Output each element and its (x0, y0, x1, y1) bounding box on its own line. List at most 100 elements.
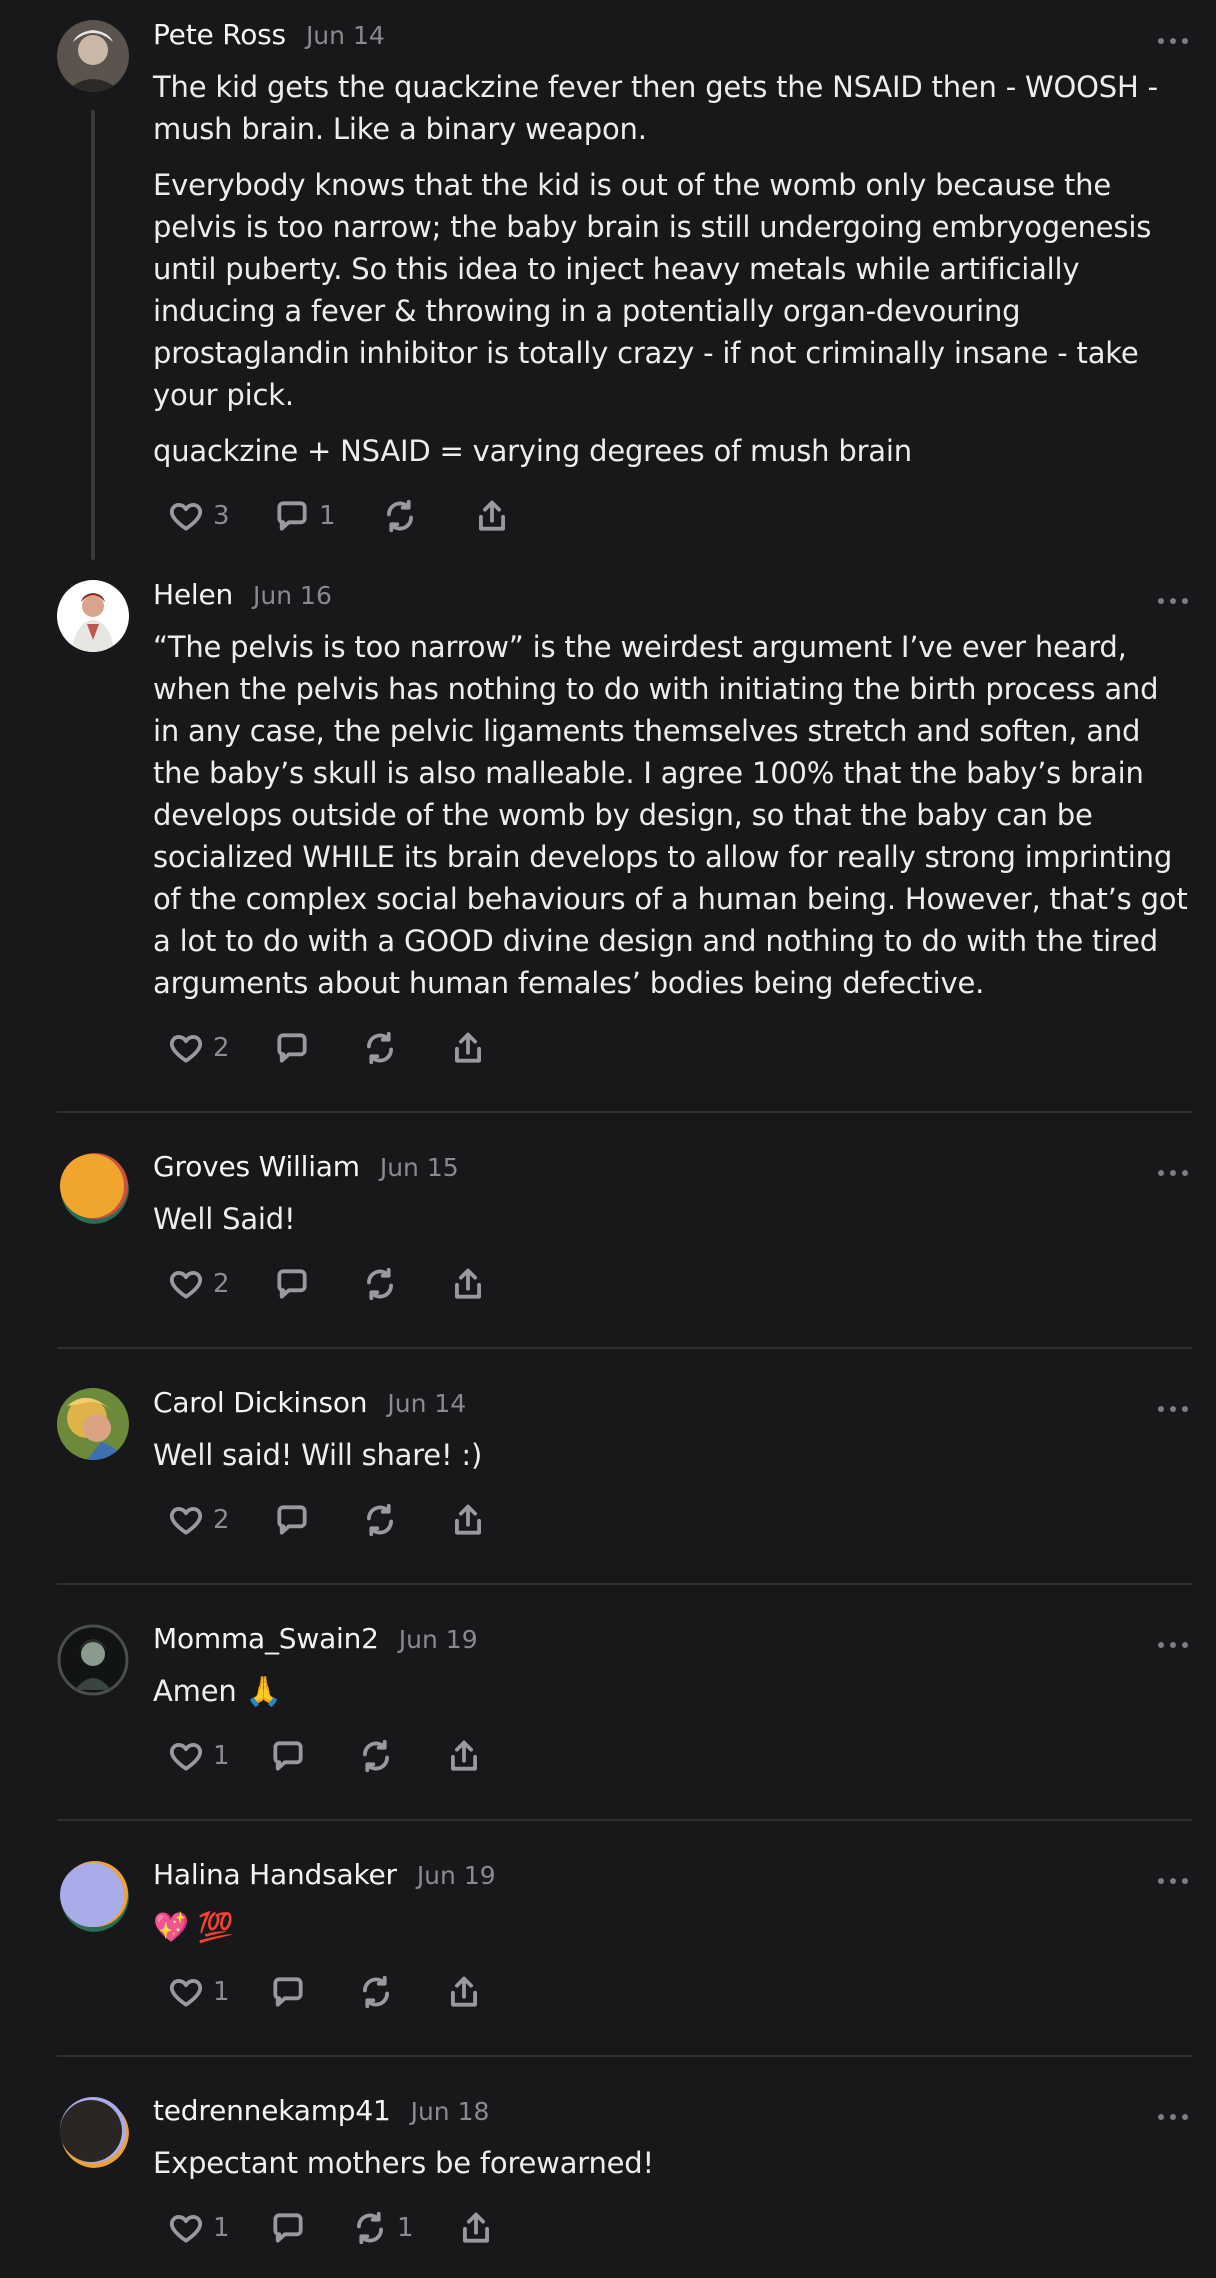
share-button[interactable] (473, 497, 511, 535)
comment-bubble-icon (277, 501, 307, 531)
avatar[interactable] (57, 1860, 129, 1932)
like-button[interactable]: 1 (167, 1973, 269, 2011)
share-button[interactable] (445, 1973, 483, 2011)
comment-bubble-icon (277, 1269, 307, 1299)
restack-button[interactable] (361, 1029, 449, 1067)
more-dots-icon[interactable] (1158, 1640, 1188, 1650)
reply-button[interactable] (273, 1265, 361, 1303)
comment-paragraph: The kid gets the quackzine fever then ge… (153, 70, 1158, 146)
share-icon (479, 500, 505, 531)
more-dots-icon[interactable] (1158, 36, 1188, 46)
comment-groves-william: Groves William Jun 15 Well Said! 2 (0, 1150, 1216, 1314)
divider (57, 1583, 1192, 1585)
divider (57, 1347, 1192, 1349)
comment-pete-ross: Pete Ross Jun 14 The kid gets the quackz… (0, 18, 1216, 546)
like-button[interactable]: 1 (167, 1737, 269, 1775)
comment-carol-dickinson: Carol Dickinson Jun 14 Well said! Will s… (0, 1386, 1216, 1550)
comment-paragraph: Expectant mothers be forewarned! (153, 2146, 654, 2180)
share-button[interactable] (457, 2209, 495, 2247)
reply-button[interactable] (269, 2209, 351, 2247)
comment-paragraph: quackzine + NSAID = varying degrees of m… (153, 434, 912, 468)
share-button[interactable] (445, 1737, 483, 1775)
restack-icon (367, 1503, 393, 1537)
like-count: 2 (213, 1505, 230, 1535)
restack-icon (363, 1975, 389, 2009)
comment-bubble-icon (273, 1977, 303, 2007)
share-button[interactable] (449, 1029, 487, 1067)
like-button[interactable]: 2 (167, 1265, 273, 1303)
like-count: 1 (213, 2213, 230, 2243)
author-name[interactable]: Halina Handsaker (153, 1858, 397, 1891)
restack-button[interactable] (357, 1737, 445, 1775)
like-count: 1 (213, 1741, 230, 1771)
heart-icon (169, 1507, 203, 1535)
share-icon (463, 2212, 489, 2243)
heart-icon (169, 2215, 203, 2243)
comment-actions: 1 1 (167, 2198, 1192, 2258)
reply-button[interactable] (269, 1973, 357, 2011)
like-button[interactable]: 1 (167, 2209, 269, 2247)
restack-button[interactable] (361, 1501, 449, 1539)
like-button[interactable]: 2 (167, 1501, 273, 1539)
author-name[interactable]: Pete Ross (153, 18, 286, 51)
restack-button[interactable] (381, 497, 473, 535)
avatar[interactable] (57, 580, 129, 652)
comment-helen: Helen Jun 16 “The pelvis is too narrow” … (0, 578, 1216, 1078)
author-name[interactable]: tedrennekamp41 (153, 2094, 391, 2127)
share-icon (455, 1032, 481, 1063)
comment-date[interactable]: Jun 18 (411, 2097, 490, 2126)
comment-date[interactable]: Jun 15 (380, 1153, 459, 1182)
restack-button[interactable]: 1 (351, 2209, 457, 2247)
restack-icon (363, 1739, 389, 1773)
avatar[interactable] (57, 1388, 129, 1460)
comment-date[interactable]: Jun 19 (417, 1861, 496, 1890)
restack-button[interactable] (361, 1265, 449, 1303)
heart-icon (169, 503, 203, 531)
avatar[interactable] (57, 20, 129, 92)
restack-button[interactable] (357, 1973, 445, 2011)
like-count: 2 (213, 1033, 230, 1063)
like-button[interactable]: 2 (167, 1029, 273, 1067)
comment-actions: 2 (167, 1490, 1192, 1550)
comment-date[interactable]: Jun 14 (306, 21, 385, 50)
like-button[interactable]: 3 (167, 497, 273, 535)
comment-bubble-icon (273, 2213, 303, 2243)
comment-date[interactable]: Jun 14 (387, 1389, 466, 1418)
comment-actions: 2 (167, 1018, 1192, 1078)
more-dots-icon[interactable] (1158, 1404, 1188, 1414)
comment-bubble-icon (277, 1505, 307, 1535)
comment-actions: 3 1 (167, 486, 1192, 546)
like-count: 1 (213, 1977, 230, 2007)
divider (57, 2055, 1192, 2057)
comment-date[interactable]: Jun 16 (253, 581, 332, 610)
author-name[interactable]: Helen (153, 578, 233, 611)
share-button[interactable] (449, 1501, 487, 1539)
reply-button[interactable] (269, 1737, 357, 1775)
comment-body: “The pelvis is too narrow” is the weirde… (153, 626, 1192, 1004)
like-count: 3 (213, 501, 230, 531)
comment-body: The kid gets the quackzine fever then ge… (153, 66, 1192, 472)
author-name[interactable]: Groves William (153, 1150, 360, 1183)
avatar[interactable] (57, 1152, 129, 1224)
more-dots-icon[interactable] (1158, 596, 1188, 606)
avatar[interactable] (57, 1624, 129, 1696)
share-icon (451, 1976, 477, 2007)
comment-body: Well Said! (153, 1198, 1192, 1240)
more-dots-icon[interactable] (1158, 1168, 1188, 1178)
comment-paragraph: Amen 🙏 (153, 1674, 282, 1708)
share-button[interactable] (449, 1265, 487, 1303)
more-dots-icon[interactable] (1158, 1876, 1188, 1886)
author-name[interactable]: Carol Dickinson (153, 1386, 368, 1419)
author-name[interactable]: Momma_Swain2 (153, 1622, 379, 1655)
heart-icon (169, 1979, 203, 2007)
share-icon (451, 1740, 477, 1771)
reply-button[interactable] (273, 1029, 361, 1067)
more-dots-icon[interactable] (1158, 2112, 1188, 2122)
restack-icon (387, 499, 413, 533)
comment-date[interactable]: Jun 19 (399, 1625, 478, 1654)
reply-button[interactable]: 1 (273, 497, 381, 535)
comment-body: Expectant mothers be forewarned! (153, 2142, 1192, 2184)
heart-icon (169, 1035, 203, 1063)
avatar[interactable] (57, 2096, 129, 2168)
reply-button[interactable] (273, 1501, 361, 1539)
